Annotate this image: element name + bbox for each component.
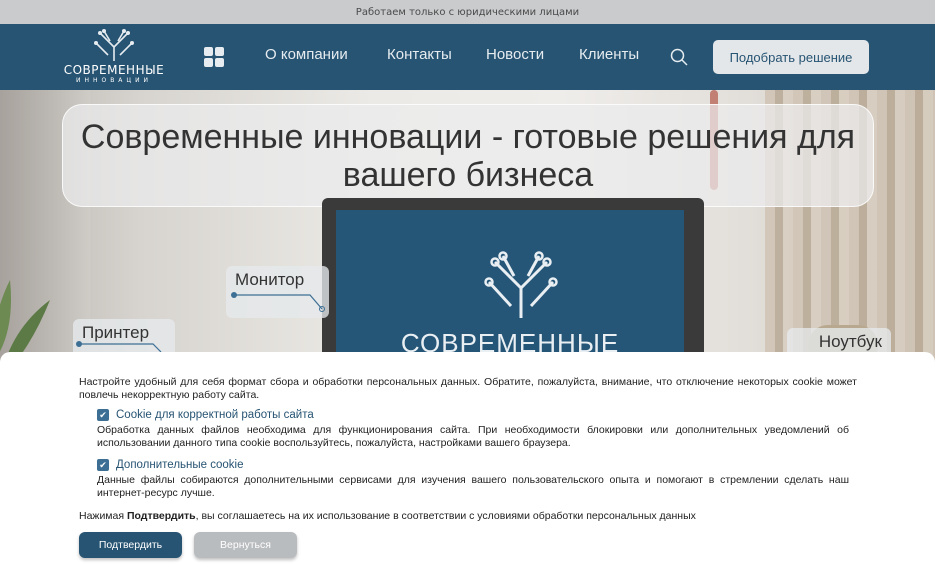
additional-cookie-checkbox[interactable]: ✔: [97, 459, 109, 471]
cookie-consent-panel: Настройте удобный для себя формат сбора …: [0, 352, 935, 581]
agree-suffix: , вы соглашаетесь на их использование в …: [195, 510, 696, 522]
main-navigation: СОВРЕМЕННЫЕ ИННОВАЦИИ О компании Контакт…: [0, 24, 935, 90]
logo-line2: ИННОВАЦИИ: [75, 77, 153, 84]
back-button[interactable]: Вернуться: [194, 532, 297, 558]
confirm-button[interactable]: Подтвердить: [79, 532, 182, 558]
required-cookie-checkbox[interactable]: ✔: [97, 409, 109, 421]
hotspot-laptop-label: Ноутбук: [818, 332, 882, 351]
hero-headline: Современные инновации - готовые решения …: [80, 117, 856, 194]
logo-line1: СОВРЕМЕННЫЕ: [63, 63, 165, 77]
nav-link-contacts[interactable]: Контакты: [387, 46, 452, 63]
hotspot-monitor-pointer: [231, 292, 325, 312]
additional-cookie-description: Данные файлы собираются дополнительными …: [97, 474, 849, 499]
top-notice-text: Работаем только с юридическими лицами: [355, 6, 580, 18]
agree-bold: Подтвердить: [126, 510, 196, 522]
search-icon[interactable]: [670, 48, 688, 66]
logo-circuit-icon: [94, 29, 134, 61]
screen-logo-icon: [484, 251, 558, 318]
cookie-agreement-text: Нажимая Подтвердить, вы соглашаетесь на …: [79, 510, 696, 522]
hotspot-printer-pointer: [76, 341, 162, 352]
cookie-option-required: ✔ Cookie для корректной работы сайта Обр…: [97, 409, 849, 450]
top-notice-bar: Работаем только с юридическими лицами: [0, 0, 935, 24]
hotspot-monitor-label: Монитор: [235, 270, 305, 289]
required-cookie-description: Обработка данных файлов необходима для ф…: [97, 424, 849, 449]
company-logo[interactable]: СОВРЕМЕННЫЕ ИННОВАЦИИ: [62, 27, 166, 89]
nav-link-clients[interactable]: Клиенты: [579, 46, 639, 63]
nav-link-news[interactable]: Новости: [486, 46, 544, 63]
find-solution-button[interactable]: Подобрать решение: [713, 40, 869, 74]
cookie-option-additional: ✔ Дополнительные cookie Данные файлы соб…: [97, 459, 849, 500]
nav-link-about[interactable]: О компании: [265, 46, 348, 63]
required-cookie-title: Cookie для корректной работы сайта: [116, 409, 314, 421]
catalog-grid-icon[interactable]: [204, 47, 224, 67]
additional-cookie-title: Дополнительные cookie: [116, 459, 244, 471]
hotspot-monitor[interactable]: Монитор: [226, 266, 329, 318]
agree-prefix: Нажимая: [79, 510, 127, 522]
cookie-intro-text: Настройте удобный для себя формат сбора …: [79, 376, 857, 401]
hero-headline-box: Современные инновации - готовые решения …: [62, 104, 874, 207]
